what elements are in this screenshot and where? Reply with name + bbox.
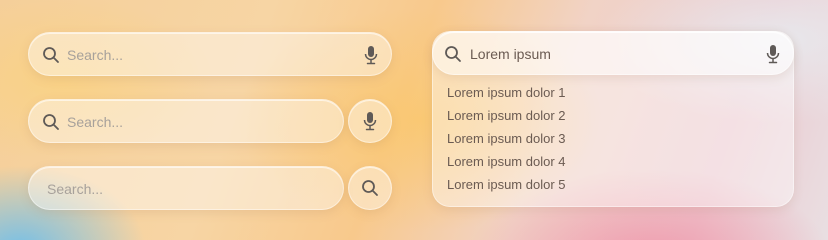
search-icon xyxy=(37,33,65,77)
suggestion-item[interactable]: Lorem ipsum dolor 2 xyxy=(447,108,566,123)
search-bar-2[interactable]: Search... xyxy=(28,99,344,143)
search-bar-3[interactable]: Search... xyxy=(28,166,344,210)
search-icon xyxy=(439,32,467,76)
search-bar-1[interactable]: Search... xyxy=(28,32,392,76)
search-query[interactable]: Lorem ipsum xyxy=(470,46,551,62)
suggestion-item[interactable]: Lorem ipsum dolor 5 xyxy=(447,177,566,192)
search-icon xyxy=(37,100,65,144)
microphone-button[interactable] xyxy=(348,99,392,143)
search-icon xyxy=(361,179,379,197)
search-placeholder[interactable]: Search... xyxy=(67,47,123,63)
search-placeholder[interactable]: Search... xyxy=(47,181,103,197)
suggestion-item[interactable]: Lorem ipsum dolor 4 xyxy=(447,154,566,169)
microphone-icon xyxy=(363,111,377,131)
microphone-icon[interactable] xyxy=(357,33,385,77)
autocomplete-search-bar[interactable]: Lorem ipsum xyxy=(432,31,794,75)
suggestion-item[interactable]: Lorem ipsum dolor 3 xyxy=(447,131,566,146)
search-placeholder[interactable]: Search... xyxy=(67,114,123,130)
microphone-icon[interactable] xyxy=(759,32,787,76)
autocomplete-panel: Lorem ipsum Lorem ipsum dolor 1 Lorem ip… xyxy=(432,31,794,207)
suggestion-item[interactable]: Lorem ipsum dolor 1 xyxy=(447,85,566,100)
search-button[interactable] xyxy=(348,166,392,210)
